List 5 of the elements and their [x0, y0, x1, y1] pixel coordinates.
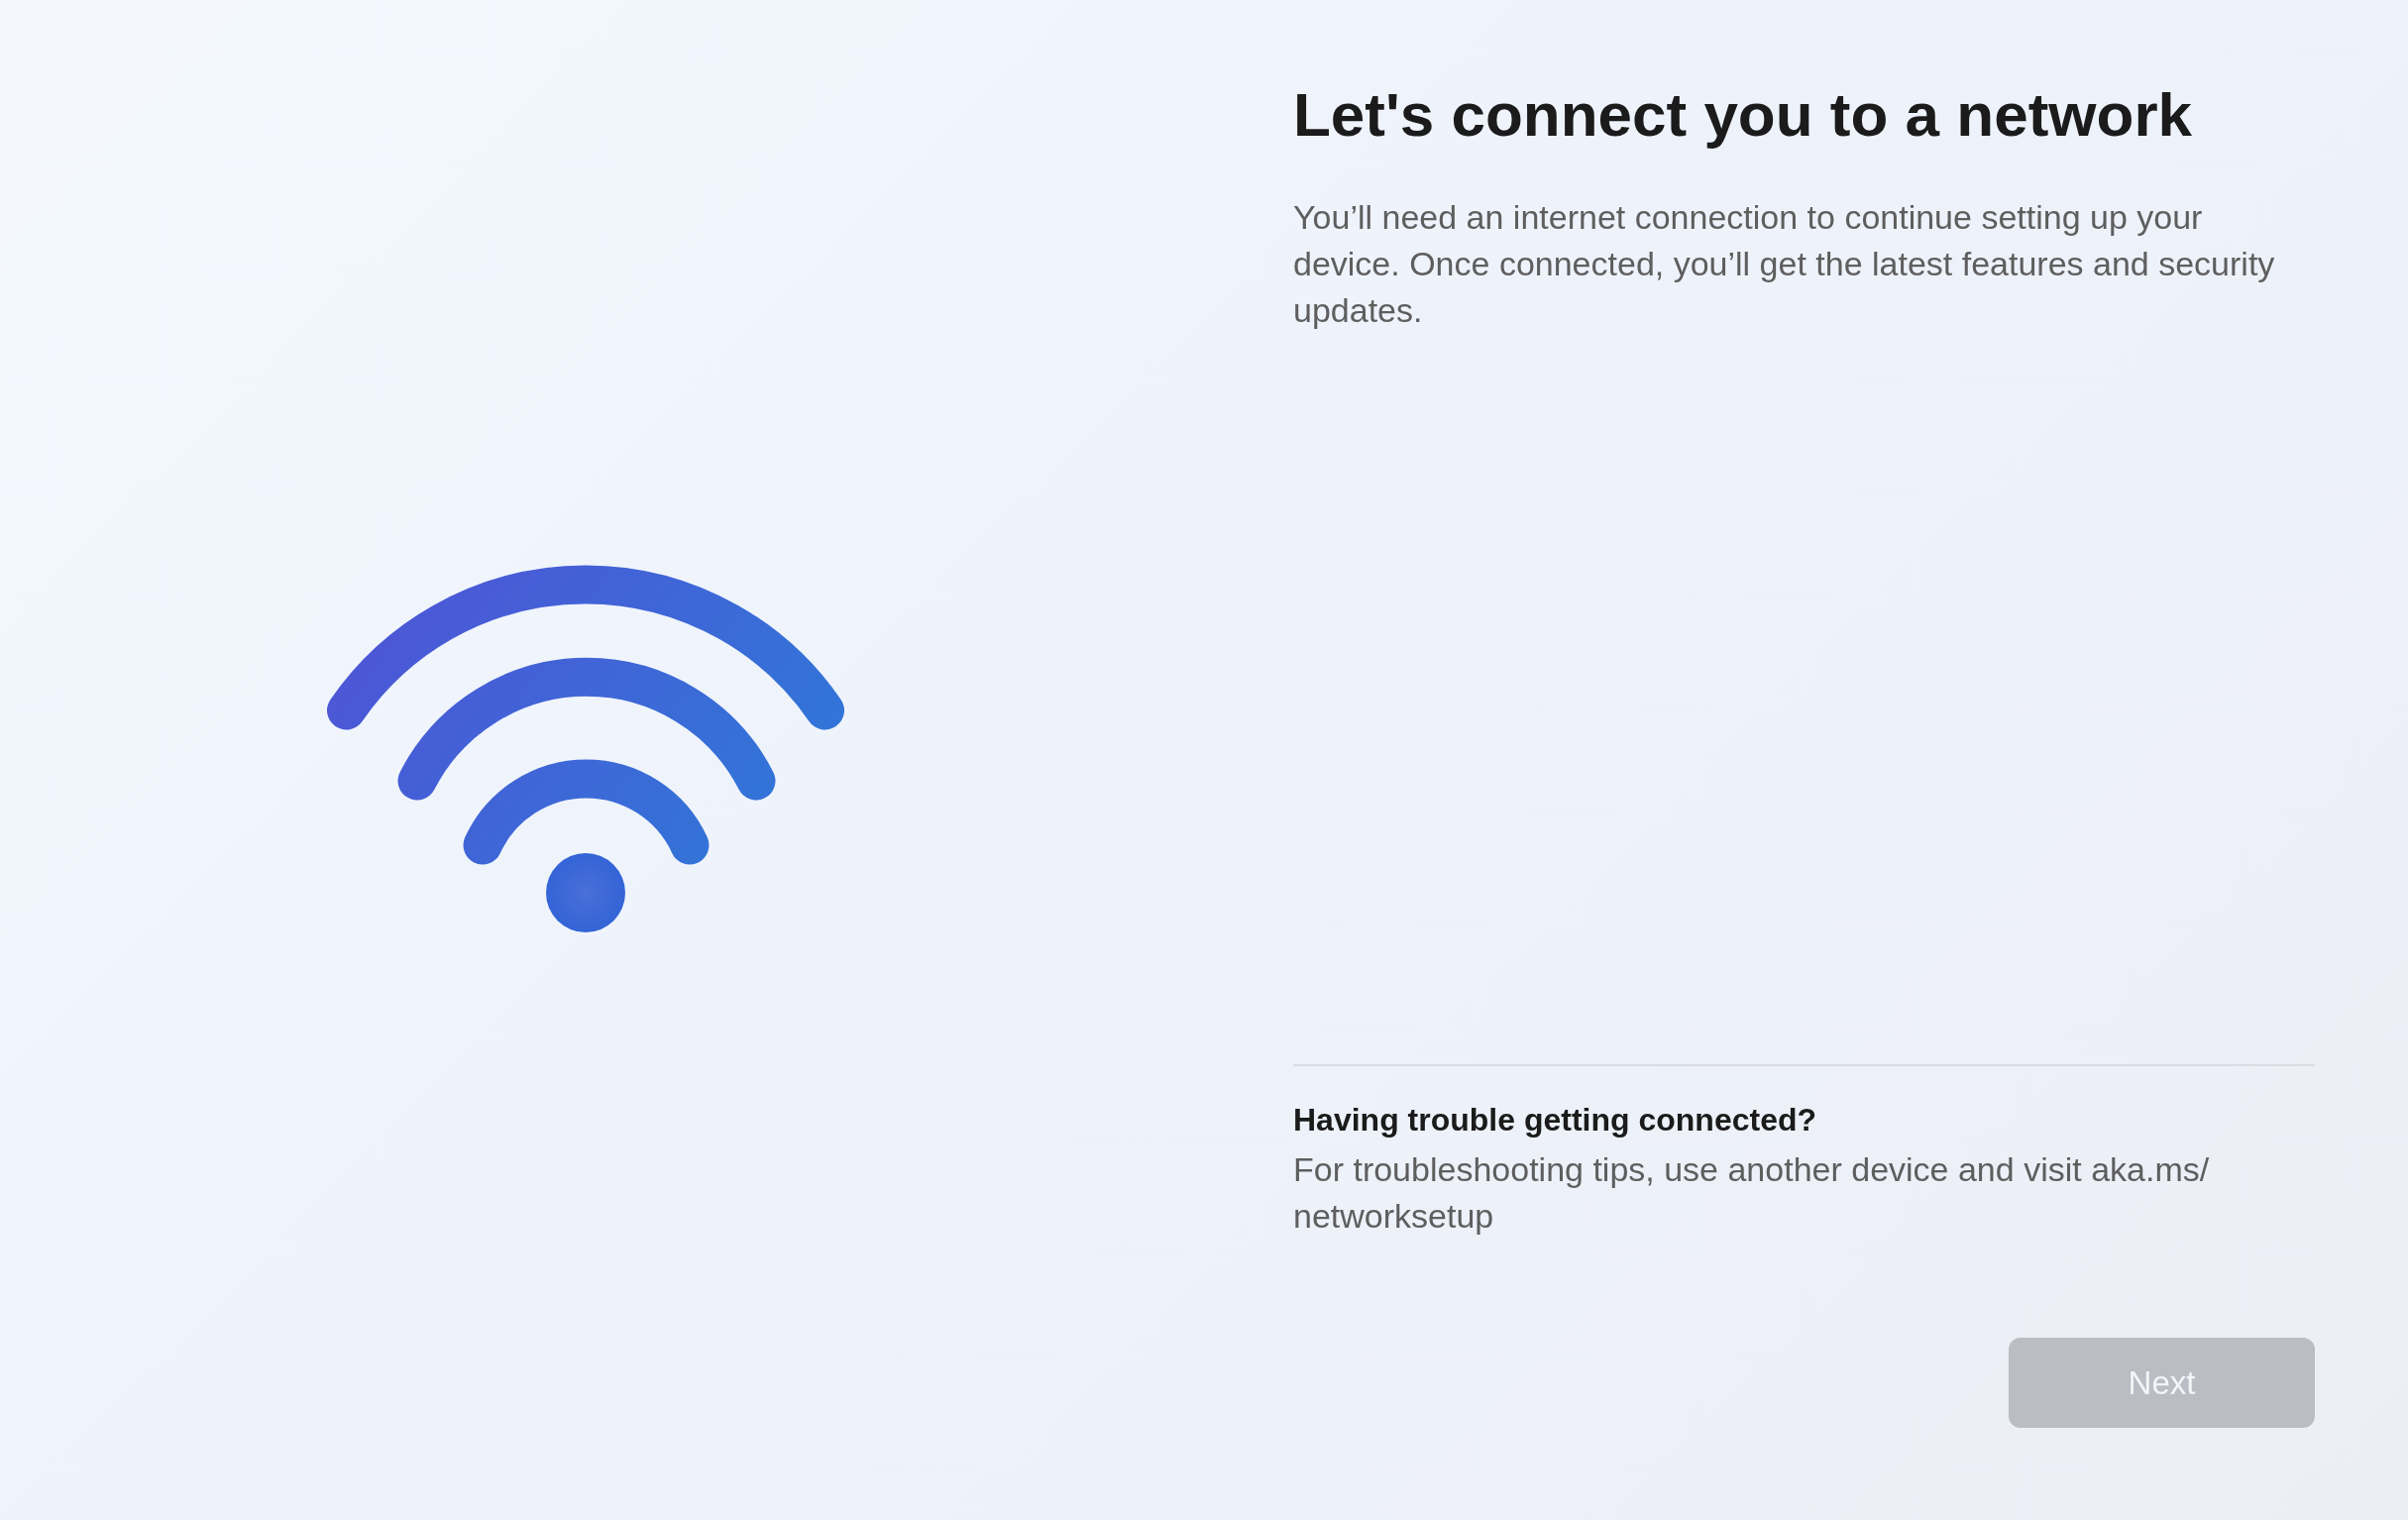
- help-heading: Having trouble getting connected?: [1293, 1101, 1817, 1140]
- help-text: For troubleshooting tips, use another device and visit aka.ms/networksetup: [1293, 1149, 2211, 1237]
- page-title: Let's connect you to a network: [1293, 79, 2193, 151]
- description-text: You’ll need an internet connection to continue setting up your device. Once connected, you’ll get the latest features and security updates.: [1293, 197, 2276, 331]
- wifi-icon: [327, 564, 844, 932]
